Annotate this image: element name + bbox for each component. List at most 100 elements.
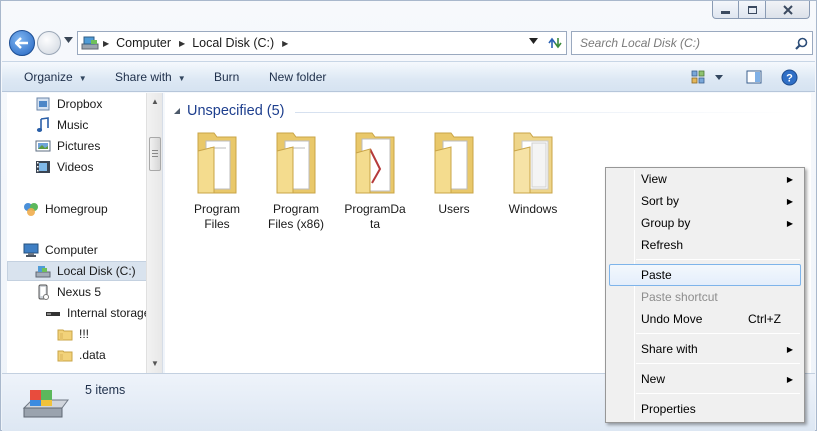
forward-button[interactable]: [37, 31, 61, 55]
folder-icon: [355, 132, 395, 194]
file-label-line2: Files (x86): [267, 217, 324, 231]
menu-item-paste-shortcut[interactable]: Paste shortcut: [609, 286, 801, 308]
caption-buttons: [712, 1, 810, 19]
nav-item-computer[interactable]: Computer: [23, 240, 98, 260]
menu-item-paste[interactable]: Paste: [609, 264, 801, 286]
nav-item-label: Nexus 5: [57, 285, 102, 299]
address-history-dropdown-icon[interactable]: [529, 38, 538, 44]
folder-windows[interactable]: Windows: [495, 129, 571, 217]
scroll-thumb[interactable]: [149, 137, 161, 171]
explorer-window: ▶ Computer ▶ Local Disk (C:) ▶ Search Lo…: [0, 0, 817, 431]
nav-scrollbar[interactable]: ▲ ▼: [146, 93, 162, 373]
nav-item-internal-storage[interactable]: Internal storage: [45, 303, 150, 323]
minimize-button[interactable]: [712, 1, 739, 19]
nav-item-dropbox[interactable]: Dropbox: [35, 94, 102, 114]
nav-item-folder-data[interactable]: .data: [57, 345, 106, 365]
recent-pages-dropdown-icon[interactable]: [64, 37, 73, 43]
menu-separator: [636, 363, 800, 364]
nav-item-videos[interactable]: Videos: [35, 157, 93, 177]
view-options-icon: [691, 70, 723, 84]
new-folder-label: New folder: [269, 70, 327, 84]
share-with-label: Share with: [115, 70, 172, 84]
folder-program-files[interactable]: Program Files: [179, 129, 255, 232]
menu-item-group-by[interactable]: Group by ▶: [609, 212, 801, 234]
breadcrumb-separator-icon[interactable]: ▶: [282, 39, 288, 48]
preview-pane-icon: [746, 70, 762, 84]
menu-item-view[interactable]: View ▶: [609, 168, 801, 190]
menu-item-label: View: [641, 172, 667, 186]
homegroup-icon: [23, 201, 39, 217]
navigation-pane: Dropbox Music Pictures Videos Homegroup: [7, 93, 163, 373]
help-icon: ?: [781, 69, 798, 86]
group-header[interactable]: Unspecified (5): [173, 103, 285, 119]
menu-separator: [636, 259, 800, 260]
nav-item-label: Music: [57, 118, 89, 132]
nav-item-homegroup[interactable]: Homegroup: [23, 199, 108, 219]
menu-item-share-with[interactable]: Share with ▶: [609, 338, 801, 360]
search-box[interactable]: [571, 31, 813, 55]
group-title: Unspecified (5): [187, 103, 285, 119]
change-view-button[interactable]: [691, 69, 725, 88]
breadcrumb-computer[interactable]: Computer: [116, 36, 171, 50]
nav-item-pictures[interactable]: Pictures: [35, 136, 100, 156]
file-label-line1: Users: [438, 202, 470, 216]
maximize-button[interactable]: [739, 1, 766, 19]
nav-item-label: !!!: [79, 327, 90, 341]
address-bar[interactable]: ▶ Computer ▶ Local Disk (C:) ▶: [77, 31, 543, 55]
close-icon: [782, 4, 793, 15]
context-menu: View ▶ Sort by ▶ Group by ▶ Refresh Past…: [605, 167, 805, 423]
menu-item-label: Refresh: [641, 238, 684, 252]
close-button[interactable]: [766, 1, 810, 19]
scroll-up-icon[interactable]: ▲: [151, 97, 159, 106]
menu-item-label: Paste: [641, 268, 672, 282]
nav-item-folder-exclaim[interactable]: !!!: [57, 324, 89, 344]
dropdown-arrow-icon: ▼: [78, 74, 87, 83]
drive-large-icon: [22, 390, 69, 418]
search-input[interactable]: [572, 36, 790, 50]
back-button[interactable]: [9, 30, 35, 56]
submenu-arrow-icon: ▶: [786, 374, 793, 384]
folder-icon: [197, 132, 237, 194]
breadcrumb-separator-icon[interactable]: ▶: [179, 39, 185, 48]
nav-item-nexus-5[interactable]: Nexus 5: [35, 282, 101, 302]
refresh-button[interactable]: [541, 31, 567, 55]
search-icon[interactable]: [794, 37, 808, 50]
organize-button[interactable]: Organize ▼: [24, 70, 87, 84]
submenu-arrow-icon: ▶: [786, 218, 793, 228]
menu-item-label: Group by: [641, 216, 691, 230]
help-button[interactable]: ?: [781, 69, 798, 89]
new-folder-button[interactable]: New folder: [269, 70, 326, 84]
menu-item-undo-move[interactable]: Undo Move Ctrl+Z: [609, 308, 801, 330]
menu-item-new[interactable]: New ▶: [609, 368, 801, 390]
organize-label: Organize: [24, 70, 73, 84]
folder-programdata[interactable]: ProgramDa ta: [337, 129, 413, 232]
menu-item-label: Share with: [641, 342, 698, 356]
scroll-down-icon[interactable]: ▼: [151, 359, 159, 368]
folder-icon: [57, 326, 73, 342]
folder-users[interactable]: Users: [416, 129, 492, 217]
dropbox-icon: [35, 96, 51, 112]
nav-item-music[interactable]: Music: [35, 115, 88, 135]
preview-pane-button[interactable]: [746, 69, 762, 88]
file-label-line1: Program: [193, 202, 240, 216]
nav-item-label: Local Disk (C:): [57, 264, 136, 278]
folder-program-files-x86[interactable]: Program Files (x86): [258, 129, 334, 232]
breadcrumb-local-disk[interactable]: Local Disk (C:): [192, 36, 274, 50]
breadcrumb-separator-icon[interactable]: ▶: [103, 39, 109, 48]
back-arrow-icon: [15, 37, 28, 49]
submenu-arrow-icon: ▶: [786, 344, 793, 354]
burn-label: Burn: [214, 70, 240, 84]
music-icon: [35, 117, 51, 133]
menu-item-refresh[interactable]: Refresh: [609, 234, 801, 256]
videos-icon: [35, 159, 51, 175]
nav-item-label: Videos: [57, 160, 94, 174]
share-with-button[interactable]: Share with ▼: [115, 70, 186, 84]
burn-button[interactable]: Burn: [214, 70, 239, 84]
menu-item-properties[interactable]: Properties: [609, 398, 801, 420]
collapse-group-icon[interactable]: [173, 107, 181, 115]
nav-item-local-disk[interactable]: Local Disk (C:): [7, 261, 147, 281]
nav-item-label: Dropbox: [57, 97, 103, 111]
menu-item-label: Sort by: [641, 194, 680, 208]
file-label-line2: ta: [369, 217, 380, 231]
menu-item-sort-by[interactable]: Sort by ▶: [609, 190, 801, 212]
